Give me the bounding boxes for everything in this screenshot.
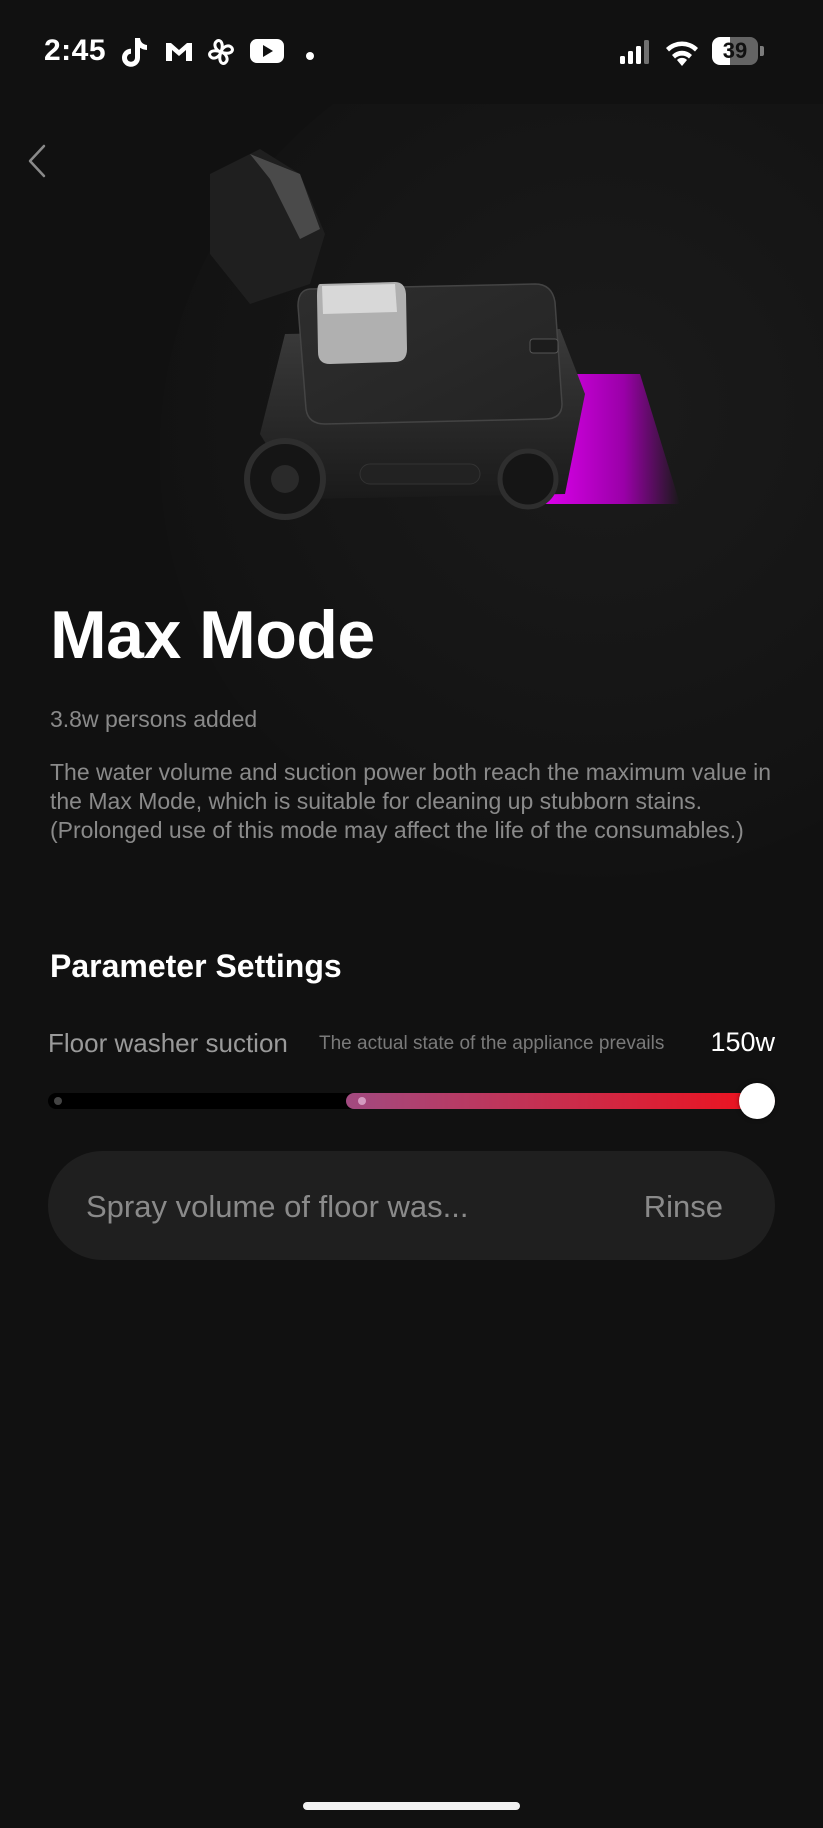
tiktok-icon [120,36,148,73]
persons-added-text: 3.8w persons added [50,706,258,732]
wifi-icon [664,38,700,71]
suction-hint: The actual state of the appliance prevai… [319,1033,665,1054]
dot-icon [306,47,314,65]
gmail-icon [164,40,194,69]
suction-label: Floor washer suction [48,1028,288,1058]
battery-icon: 39 [712,37,764,65]
slider-thumb[interactable] [739,1083,775,1119]
page-title: Max Mode [50,597,375,673]
back-button[interactable] [14,138,60,184]
slider-start-dot [54,1097,62,1105]
battery-level-text: 39 [722,38,748,63]
floor-washer-illustration [210,149,680,520]
suction-value: 150w [710,1027,775,1057]
signal-icon [620,40,652,69]
status-bar: 2:45 39 [0,0,823,104]
pinwheel-icon [206,37,236,72]
spray-volume-label: Spray volume of floor was... [86,1189,469,1224]
home-indicator[interactable] [303,1802,520,1810]
youtube-icon [250,39,284,68]
chevron-left-icon [28,144,46,178]
slider-fill [346,1093,775,1109]
parameter-settings-heading: Parameter Settings [50,948,342,984]
spray-volume-value: Rinse [643,1189,723,1224]
status-time: 2:45 [44,34,107,67]
slider-mid-dot [358,1097,367,1105]
mode-description: The water volume and suction power both … [50,759,772,843]
suction-slider[interactable] [48,1083,775,1119]
spray-volume-selector[interactable]: Spray volume of floor was... Rinse [48,1151,775,1260]
